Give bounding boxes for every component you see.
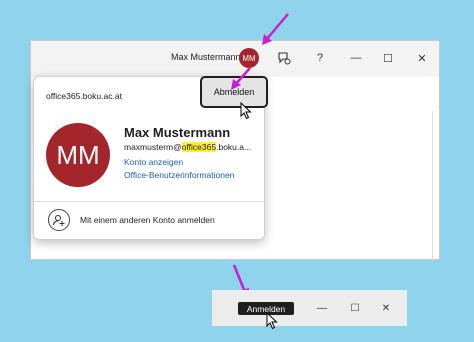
help-button[interactable]: ? <box>311 49 329 67</box>
close-button[interactable]: ✕ <box>413 49 431 67</box>
office-user-info-link[interactable]: Office-Benutzerinformationen <box>124 170 234 180</box>
add-account-icon[interactable] <box>48 209 70 231</box>
account-full-name: Max Mustermann <box>124 125 231 140</box>
avatar-initials: MM <box>242 53 256 63</box>
annotation-arrow-icon <box>262 13 289 45</box>
minimize-button[interactable]: — <box>347 49 365 67</box>
view-account-link[interactable]: Konto anzeigen <box>124 157 183 167</box>
email-prefix: maxmusterm@ <box>124 142 182 152</box>
maximize-button[interactable]: ☐ <box>347 300 363 316</box>
tenant-domain: office365.boku.ac.at <box>46 91 122 101</box>
mouse-cursor-icon <box>266 312 278 330</box>
close-button[interactable]: ✕ <box>378 300 394 316</box>
card-divider <box>34 201 264 202</box>
add-account-link[interactable]: Mit einem anderen Konto anmelden <box>80 215 215 225</box>
avatar-initials-large: MM <box>56 139 100 170</box>
feedback-icon[interactable] <box>275 49 293 67</box>
minimize-button[interactable]: — <box>314 300 330 316</box>
account-flyout: office365.boku.ac.at Abmelden MM Max Mus… <box>33 76 268 240</box>
scroll-edge <box>432 111 433 261</box>
account-name[interactable]: Max Mustermann <box>171 52 241 62</box>
account-avatar-large: MM <box>46 123 110 187</box>
mouse-cursor-icon <box>240 102 252 120</box>
email-domain-highlight: office365 <box>181 142 217 152</box>
email-suffix: .boku.a... <box>216 142 252 152</box>
annotation-arrow-icon <box>231 67 251 90</box>
maximize-button[interactable]: ☐ <box>379 49 397 67</box>
account-email: maxmusterm@office365.boku.a... <box>124 142 251 152</box>
bottom-title-bar: Anmelden — ☐ ✕ <box>212 290 407 326</box>
